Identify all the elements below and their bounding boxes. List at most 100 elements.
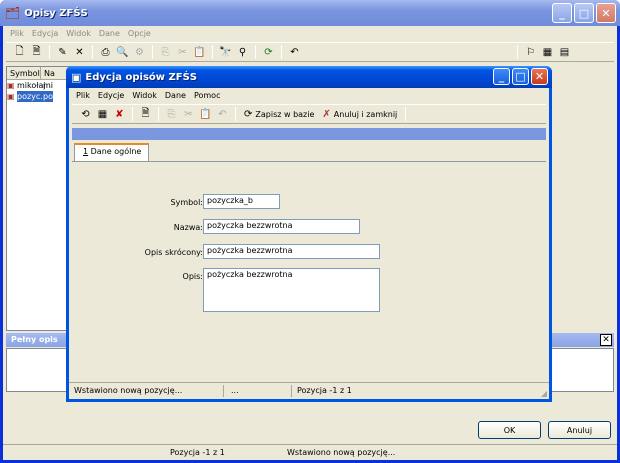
dialog-menu-plik[interactable]: Plik [72, 91, 94, 100]
save-icon: ⟳ [244, 108, 253, 120]
main-window-title: Opisy ZFŚS [24, 7, 88, 19]
tab-label: Dane ogólne [88, 147, 142, 156]
dialog-maximize-button[interactable]: □ [512, 68, 529, 85]
col-symbol[interactable]: Symbol [7, 67, 41, 79]
panel-close-icon[interactable]: ✕ [600, 334, 612, 346]
copy-icon[interactable]: ⎘ [164, 107, 179, 122]
symbol-field[interactable]: pozyczka_b [203, 194, 280, 209]
symbol-label: Symbol: [170, 198, 204, 207]
menu-opcje[interactable]: Opcje [124, 29, 155, 38]
dialog-status-position: Pozycja -1 z 1 [297, 386, 352, 395]
undo-icon[interactable]: ↶ [215, 107, 230, 122]
status-divider [291, 385, 292, 397]
menu-edycja[interactable]: Edycja [28, 29, 62, 38]
save-record-icon[interactable]: ▦ [95, 107, 110, 122]
full-desc-label: Pełny opis [11, 335, 58, 344]
save-to-db-button[interactable]: ⟳ Zapisz w bazie [241, 109, 317, 120]
status-position: Pozycja -1 z 1 [170, 448, 225, 457]
dialog-header-band [72, 128, 546, 140]
short-desc-label: Opis skrócony: [144, 248, 203, 257]
refresh-icon[interactable]: ⟲ [78, 107, 93, 122]
separator [281, 45, 282, 59]
properties-icon[interactable]: 🗎 [138, 107, 153, 122]
paste-icon[interactable]: 📋 [192, 45, 207, 60]
preview-icon[interactable]: 🔍 [115, 45, 130, 60]
separator [152, 45, 153, 59]
separator [92, 45, 93, 59]
dialog-menu-widok[interactable]: Widok [128, 91, 161, 100]
cut-icon[interactable]: ✂ [175, 45, 190, 60]
filter-icon[interactable]: ⚐ [523, 45, 538, 60]
col-name[interactable]: Na [41, 67, 55, 79]
separator [132, 107, 133, 121]
main-statusbar: Pozycja -1 z 1 Wstawiono nową pozycję... [3, 444, 617, 460]
setup-icon[interactable]: ⚙ [132, 45, 147, 60]
separator [255, 45, 256, 59]
columns-icon[interactable]: ▦ [540, 45, 555, 60]
dialog-title-bar[interactable]: ▣ Edycja opisów ZFŚS _ □ ✕ [66, 66, 552, 88]
properties-icon[interactable]: 🗎 [29, 45, 44, 60]
main-title-bar[interactable]: 🗂 Opisy ZFŚS _ □ ✕ [0, 0, 620, 26]
separator [49, 45, 50, 59]
dialog-menu-edycje[interactable]: Edycje [94, 91, 128, 100]
find-next-icon[interactable]: ⚲ [235, 45, 250, 60]
refresh-icon[interactable]: ⟳ [261, 45, 276, 60]
edit-icon[interactable]: ✎ [55, 45, 70, 60]
close-button[interactable]: ✕ [596, 3, 616, 23]
cancel-icon: ✗ [322, 108, 331, 120]
cancel-close-label: Anuluj i zamknij [333, 109, 398, 119]
desc-field[interactable]: pożyczka bezzwrotna [203, 268, 380, 312]
dialog-title: Edycja opisów ZFŚS [85, 71, 197, 83]
row-icon: ▣ [7, 92, 15, 101]
new-icon[interactable]: 🗋 [12, 45, 27, 60]
minimize-button[interactable]: _ [552, 3, 572, 23]
cancel-label: Anuluj [566, 425, 593, 435]
app-icon: 🗂 [5, 6, 21, 20]
dialog-statusbar: Wstawiono nową pozycję... ... Pozycja -1… [69, 382, 549, 399]
dialog-menu-pomoc[interactable]: Pomoc [190, 91, 225, 100]
ok-button[interactable]: OK [478, 421, 541, 439]
name-field[interactable]: pożyczka bezzwrotna [203, 219, 360, 234]
desc-label: Opis: [182, 272, 203, 281]
edit-dialog: ▣ Edycja opisów ZFŚS _ □ ✕ Plik Edycje W… [66, 66, 552, 402]
menu-plik[interactable]: Plik [6, 29, 28, 38]
menu-dane[interactable]: Dane [95, 29, 124, 38]
main-menubar: Plik Edycja Widok Dane Opcje [6, 26, 614, 40]
dialog-status-ellipsis: ... [231, 386, 239, 395]
menu-widok[interactable]: Widok [62, 29, 95, 38]
paste-icon[interactable]: 📋 [198, 107, 213, 122]
copy-icon[interactable]: ⎘ [158, 45, 173, 60]
save-to-db-label: Zapisz w bazie [255, 109, 315, 119]
main-toolbar: 🗋 🗎 ✎ ✕ ⎙ 🔍 ⚙ ⎘ ✂ 📋 🔭 ⚲ ⟳ ↶ ⚐ ▦ ▤ [6, 42, 614, 62]
dialog-close-button[interactable]: ✕ [531, 68, 548, 85]
cancel-button[interactable]: Anuluj [548, 421, 611, 439]
export-icon[interactable]: ▤ [557, 45, 572, 60]
print-icon[interactable]: ⎙ [98, 45, 113, 60]
delete-icon[interactable]: ✕ [72, 45, 87, 60]
dialog-minimize-button[interactable]: _ [493, 68, 510, 85]
tab-dane-ogolne[interactable]: 1 Dane ogólne [74, 143, 149, 161]
undo-icon[interactable]: ↶ [287, 45, 302, 60]
resize-grip-icon[interactable]: ◢ [541, 389, 547, 398]
dialog-toolbar: ⟲ ▦ ✘ 🗎 ⎘ ✂ 📋 ↶ ⟳ Zapisz w bazie ✗ Anulu… [72, 104, 546, 124]
short-desc-field[interactable]: pożyczka bezzwrotna [203, 244, 380, 259]
maximize-button[interactable]: □ [574, 3, 594, 23]
cancel-close-button[interactable]: ✗ Anuluj i zamknij [319, 109, 400, 120]
name-label: Nazwa: [173, 223, 203, 232]
dialog-menubar: Plik Edycje Widok Dane Pomoc [72, 88, 546, 102]
separator [235, 107, 236, 121]
separator [158, 107, 159, 121]
separator [212, 45, 213, 59]
row-icon: ▣ [7, 81, 15, 90]
dialog-menu-dane[interactable]: Dane [161, 91, 190, 100]
separator [517, 45, 518, 59]
separator [405, 107, 407, 121]
ok-label: OK [503, 425, 516, 435]
status-divider [223, 385, 224, 397]
dialog-app-icon: ▣ [71, 70, 82, 84]
delete-record-icon[interactable]: ✘ [112, 107, 127, 122]
cut-icon[interactable]: ✂ [181, 107, 196, 122]
status-message: Wstawiono nową pozycję... [287, 448, 396, 457]
dialog-status-message: Wstawiono nową pozycję... [74, 386, 183, 395]
find-icon[interactable]: 🔭 [218, 45, 233, 60]
